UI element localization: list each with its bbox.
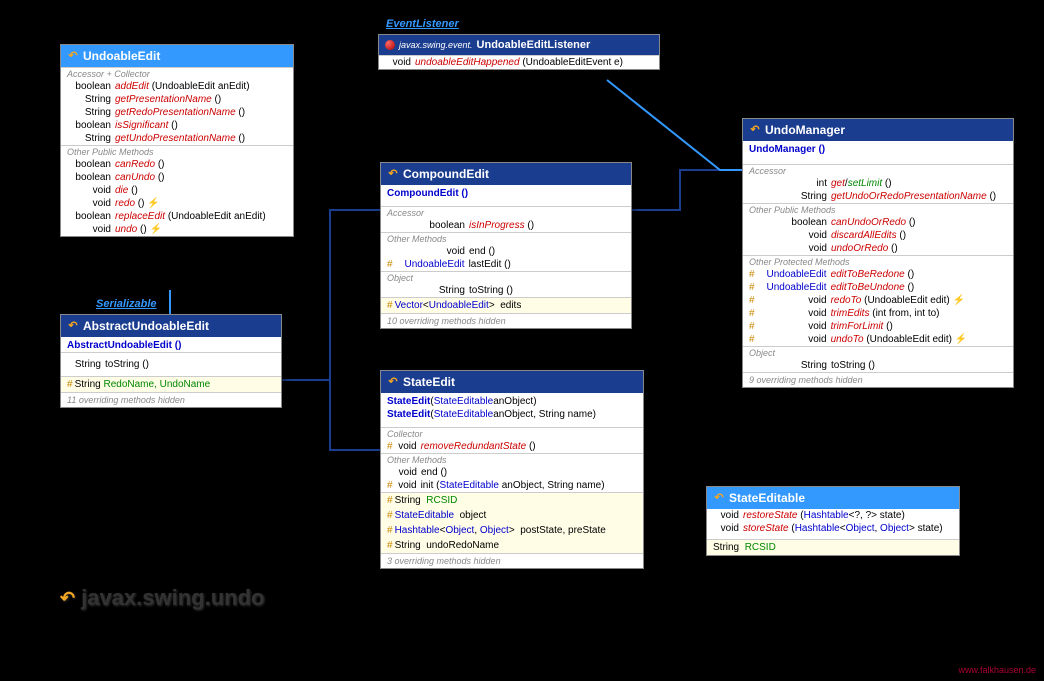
class-icon: ↶ <box>387 376 399 388</box>
header-undoableedit: ↶ UndoableEdit <box>61 45 293 67</box>
ctor-abstract: AbstractUndoableEdit () <box>67 340 181 351</box>
box-stateedit: ↶ StateEdit StateEdit (StateEditable anO… <box>380 370 644 569</box>
title-undoableedit: UndoableEdit <box>83 49 160 63</box>
section-accessor: Accessor + Collector <box>61 67 293 80</box>
package-title: ↶ javax.swing.undo <box>60 585 264 611</box>
header-stateeditable: ↶ StateEditable <box>707 487 959 509</box>
class-icon: ↶ <box>387 168 399 180</box>
header-listener: javax.swing.event. UndoableEditListener <box>379 35 659 55</box>
credit-text: www.falkhausen.de <box>958 665 1036 675</box>
stereotype-serializable: Serializable <box>96 298 157 310</box>
class-icon: ↶ <box>749 124 761 136</box>
title-abstract: AbstractUndoableEdit <box>83 319 209 333</box>
header-abstract: ↶ AbstractUndoableEdit <box>61 315 281 337</box>
package-icon: ↶ <box>60 588 75 609</box>
header-stateedit: ↶ StateEdit <box>381 371 643 393</box>
interface-icon: ↶ <box>713 492 725 504</box>
box-stateeditable: ↶ StateEditable voidrestoreState (Hashta… <box>706 486 960 556</box>
class-icon: ↶ <box>67 320 79 332</box>
box-undomanager: ↶ UndoManager UndoManager () Accessor in… <box>742 118 1014 388</box>
package-name: javax.swing.undo <box>81 585 264 611</box>
title-compound: CompoundEdit <box>403 167 489 181</box>
fields-compound: #Vector<UndoableEdit> edits <box>381 297 631 313</box>
title-undomanager: UndoManager <box>765 123 845 137</box>
box-abstractundoableedit: ↶ AbstractUndoableEdit AbstractUndoableE… <box>60 314 282 408</box>
section-other: Other Public Methods <box>61 145 293 158</box>
interface-icon: ↶ <box>67 50 79 62</box>
title-stateedit: StateEdit <box>403 375 455 389</box>
header-compound: ↶ CompoundEdit <box>381 163 631 185</box>
listener-pkg: javax.swing.event. <box>399 40 473 50</box>
header-undomanager: ↶ UndoManager <box>743 119 1013 141</box>
box-compoundedit: ↶ CompoundEdit CompoundEdit () Accessor … <box>380 162 632 329</box>
listener-icon <box>385 40 395 50</box>
box-undoableedit: ↶ UndoableEdit Accessor + Collector bool… <box>60 44 294 237</box>
title-stateeditable: StateEditable <box>729 491 805 505</box>
listener-title: UndoableEditListener <box>477 39 591 51</box>
box-listener: javax.swing.event.UndoableEditListener v… <box>378 34 660 70</box>
stereotype-eventlistener: EventListener <box>386 18 459 30</box>
fields-abstract: #String String RedoName, UndoNameRedoNam… <box>61 376 281 392</box>
hidden-abstract: 11 overriding methods hidden <box>61 392 281 407</box>
